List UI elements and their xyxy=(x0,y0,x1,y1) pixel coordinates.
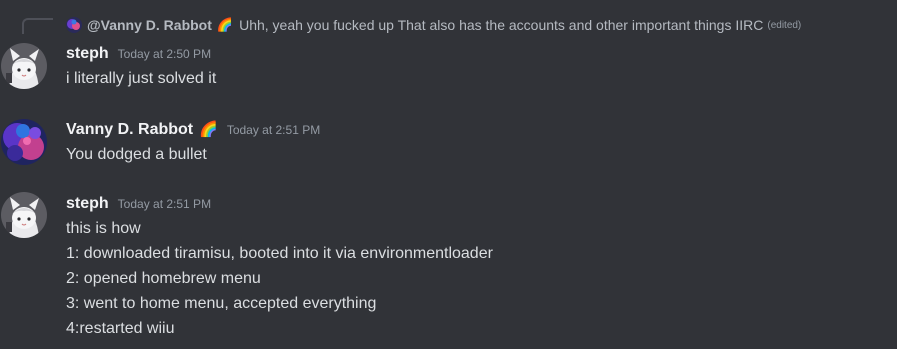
message-header: steph Today at 2:50 PM xyxy=(66,45,211,63)
reply-reference[interactable]: @Vanny D. Rabbot 🌈 Uhh, yeah you fucked … xyxy=(66,17,801,33)
reply-author[interactable]: @Vanny D. Rabbot xyxy=(87,17,212,33)
message-text: 3: went to home menu, accepted everythin… xyxy=(66,295,377,312)
timestamp[interactable]: Today at 2:50 PM xyxy=(118,47,211,61)
message-header: Vanny D. Rabbot 🌈 Today at 2:51 PM xyxy=(66,121,320,139)
edited-label: (edited) xyxy=(767,19,802,31)
chat-messages: @Vanny D. Rabbot 🌈 Uhh, yeah you fucked … xyxy=(0,0,897,349)
reply-text[interactable]: Uhh, yeah you fucked up That also has th… xyxy=(239,17,763,33)
username[interactable]: Vanny D. Rabbot xyxy=(66,121,193,139)
reply-connector xyxy=(22,18,53,34)
username[interactable]: steph xyxy=(66,195,109,213)
timestamp[interactable]: Today at 2:51 PM xyxy=(227,123,320,137)
reply-avatar[interactable] xyxy=(66,17,82,33)
message-text: this is how xyxy=(66,220,141,237)
message-text: 1: downloaded tiramisu, booted into it v… xyxy=(66,245,493,262)
avatar[interactable] xyxy=(1,119,47,165)
username[interactable]: steph xyxy=(66,45,109,63)
message-text: 4:restarted wiiu xyxy=(66,320,175,337)
message-text: i literally just solved it xyxy=(66,70,217,87)
avatar[interactable] xyxy=(1,43,47,89)
timestamp[interactable]: Today at 2:51 PM xyxy=(118,197,211,211)
message-text: You dodged a bullet xyxy=(66,146,207,163)
rainbow-emoji: 🌈 xyxy=(199,121,218,138)
avatar[interactable] xyxy=(1,192,47,238)
rainbow-emoji: 🌈 xyxy=(216,17,234,32)
message-text: 2: opened homebrew menu xyxy=(66,270,261,287)
message-header: steph Today at 2:51 PM xyxy=(66,195,211,213)
